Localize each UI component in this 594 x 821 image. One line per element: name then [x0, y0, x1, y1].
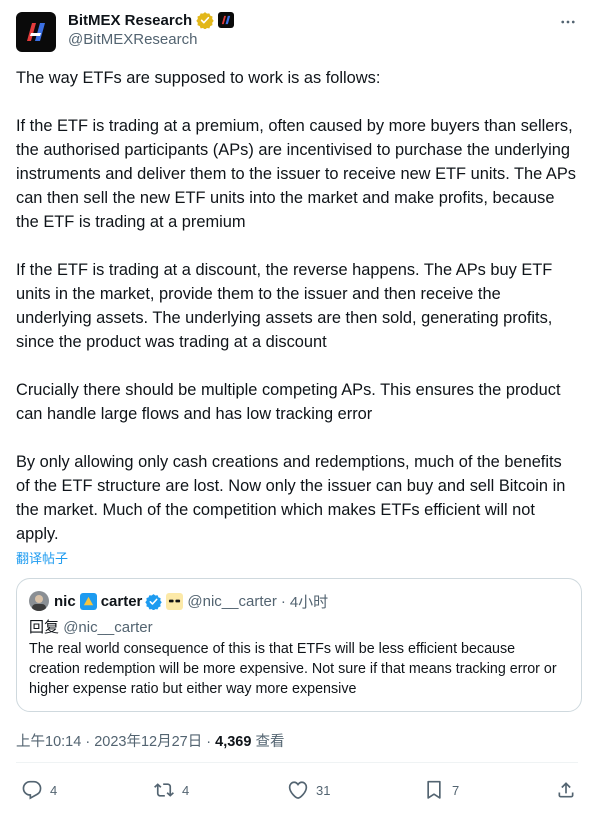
tweet-header: BitMEX Research @BitMEXResearch	[16, 10, 578, 54]
tweet-paragraph: If the ETF is trading at a premium, ofte…	[16, 117, 576, 231]
views-label: 查看	[255, 734, 285, 750]
bookmark-button[interactable]: 7	[424, 778, 459, 802]
tweet-paragraph: Crucially there should be multiple compe…	[16, 381, 561, 423]
retweet-count: 4	[182, 782, 190, 798]
sunglasses-badge-icon	[166, 592, 184, 610]
meta-separator: ·	[85, 734, 91, 750]
quoted-replying-to: 回复 @nic__carter	[29, 616, 153, 637]
bookmark-icon	[427, 780, 441, 799]
tweet-paragraph: If the ETF is trading at a discount, the…	[16, 261, 553, 351]
author-handle[interactable]: @BitMEXResearch	[68, 31, 197, 48]
reply-mention[interactable]: @nic__carter	[63, 619, 152, 636]
share-icon	[558, 782, 574, 798]
verified-gold-icon[interactable]	[196, 11, 214, 29]
tweet-date[interactable]: 2023年12月27日	[94, 734, 202, 750]
quoted-name-part2[interactable]: carter	[101, 593, 143, 610]
like-button[interactable]: 31	[288, 778, 330, 802]
bitmex-logo-icon	[27, 23, 45, 41]
like-count: 31	[316, 782, 331, 798]
quoted-time[interactable]: 4小时	[290, 591, 328, 612]
share-button[interactable]	[556, 778, 576, 802]
translate-link[interactable]: 翻译帖子	[16, 548, 68, 567]
quoted-name-part1[interactable]: nic	[54, 593, 76, 610]
quoted-avatar[interactable]	[29, 591, 49, 611]
action-bar: 4 4 31 7	[16, 778, 578, 802]
org-badge-icon[interactable]	[218, 12, 235, 28]
bookmark-count: 7	[452, 782, 460, 798]
tweet-meta: 上午10:14 · 2023年12月27日 · 4,369 查看	[16, 730, 284, 751]
quoted-separator: ·	[280, 592, 286, 610]
tweet-text: The way ETFs are supposed to work is as …	[16, 66, 576, 546]
quoted-header: nic carter @nic__carter · 4小时	[29, 591, 328, 611]
tweet-paragraph: The way ETFs are supposed to work is as …	[16, 69, 381, 87]
quoted-tweet[interactable]: nic carter @nic__carter · 4小时 回复 @nic__c…	[16, 578, 582, 712]
tweet-time[interactable]: 上午10:14	[16, 734, 81, 750]
tweet-paragraph: By only allowing only cash creations and…	[16, 453, 566, 543]
author-avatar[interactable]	[16, 12, 56, 52]
view-count: 4,369	[215, 734, 252, 750]
reply-icon	[22, 780, 42, 800]
quoted-handle[interactable]: @nic__carter	[187, 593, 276, 610]
verified-blue-icon	[145, 593, 163, 610]
reply-button[interactable]: 4	[22, 778, 57, 802]
quoted-text: The real world consequence of this is th…	[29, 641, 557, 697]
meta-separator: ·	[206, 734, 212, 750]
reply-prefix: 回复	[29, 619, 60, 636]
like-icon	[288, 781, 308, 799]
retweet-icon	[154, 783, 174, 797]
retweet-button[interactable]: 4	[154, 778, 189, 802]
emoji-icon	[79, 592, 97, 610]
divider	[16, 762, 578, 763]
author-display-name[interactable]: BitMEX Research	[68, 12, 192, 29]
more-icon[interactable]	[558, 12, 578, 32]
reply-count: 4	[50, 782, 58, 798]
